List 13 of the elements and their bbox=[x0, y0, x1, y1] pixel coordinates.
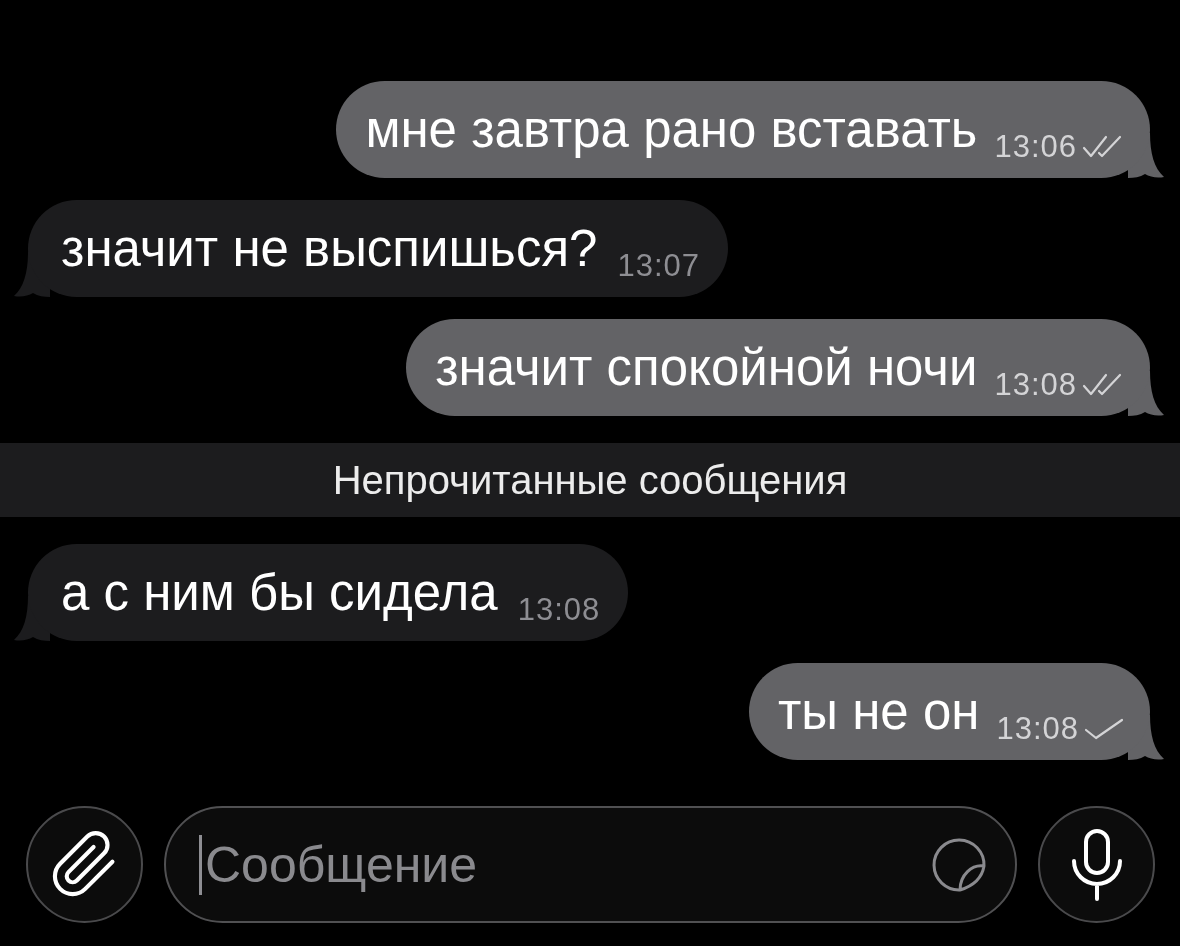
message-time: 13:08 bbox=[996, 713, 1079, 744]
message-time: 13:08 bbox=[517, 594, 601, 625]
message-text: ты не он bbox=[778, 686, 980, 737]
text-cursor-icon bbox=[199, 834, 202, 895]
sticker-icon[interactable] bbox=[931, 836, 987, 893]
message-field[interactable]: Сообщение bbox=[164, 806, 1017, 923]
message-time: 13:06 bbox=[994, 131, 1077, 162]
message-text: значит спокойной ночи bbox=[435, 342, 978, 393]
unread-messages-label: Непрочитанные сообщения bbox=[332, 460, 848, 500]
message-input[interactable]: Сообщение bbox=[205, 835, 921, 894]
message-time: 13:07 bbox=[617, 250, 700, 281]
message-text: значит не выспишься? bbox=[61, 223, 598, 274]
message-time: 13:08 bbox=[994, 369, 1077, 400]
